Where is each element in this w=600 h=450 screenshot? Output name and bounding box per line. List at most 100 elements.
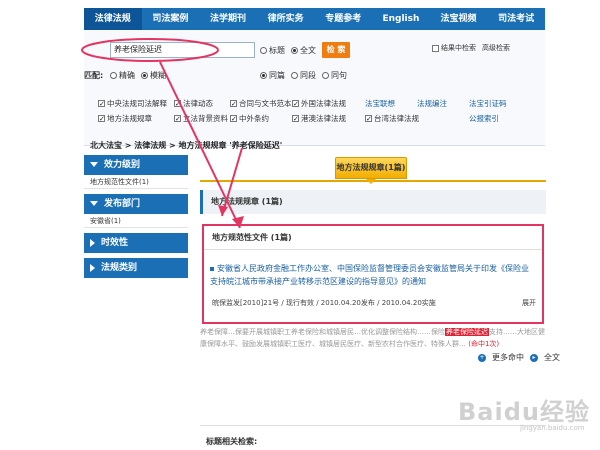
database-checkbox[interactable]: 中央法规司法解释 — [98, 98, 174, 109]
scope-title-radio[interactable]: 标题 — [260, 45, 285, 56]
database-checkbox[interactable]: 法规编注 — [417, 98, 469, 109]
checked-checkbox-icon — [98, 115, 105, 122]
radio-selected-icon — [260, 72, 267, 79]
database-checkbox[interactable]: 合同与文书范本 — [230, 98, 292, 109]
sidebar-section-header[interactable]: 时效性 — [84, 233, 188, 253]
radio-selected-icon — [141, 72, 148, 79]
database-checkbox[interactable]: 中外条约 — [230, 113, 292, 124]
match-radio-group: 精确 模糊 — [110, 70, 166, 81]
result-group-title: 地方规范性文件 (1篇) — [204, 226, 542, 250]
checked-checkbox-icon — [230, 100, 237, 107]
advanced-search-link[interactable]: 高级检索 — [482, 43, 510, 53]
hit-count: (命中1次) — [468, 340, 500, 348]
checked-checkbox-icon — [174, 100, 181, 107]
snippet-text-before: 养老保障…保要开展城镇职工养老保险和城镇居民…优化调整保险结构……保险 — [200, 328, 445, 336]
full-text-link[interactable]: 全文 — [544, 352, 560, 363]
nav-tab-video[interactable]: 法宝视频 — [430, 8, 488, 30]
nav-tab-cases[interactable]: 司法案例 — [142, 8, 200, 30]
search-button[interactable]: 检 索 — [322, 42, 350, 58]
tab-local-regulations[interactable]: 地方法规规章(1篇) — [335, 157, 407, 179]
results-tab-bar: 地方法规规章(1篇) — [200, 152, 546, 184]
filter-sidebar: 效力级别地方规范性文件(1) 发布部门 安徽省(1) 时效性法规类别 — [84, 155, 188, 283]
database-label: 中央法规司法解释 — [107, 99, 167, 108]
top-nav: 法律法规 司法案例 法学期刊 律所实务 专题参考 English 法宝视频 司法… — [84, 8, 545, 30]
sidebar-section-header[interactable]: 法规类别 — [84, 258, 188, 278]
database-checkbox[interactable]: 法宝引证码 — [469, 98, 529, 109]
sidebar-filter-item[interactable]: 地方规范性文件(1) — [84, 175, 188, 189]
related-search-label: 标题相关检索: — [206, 437, 258, 446]
same-sentence-radio[interactable]: 同句 — [322, 70, 347, 81]
database-label: 公报索引 — [469, 114, 499, 123]
match-fuzzy-label: 模糊 — [150, 71, 166, 80]
tab-pointer-icon — [366, 179, 376, 184]
checked-checkbox-icon — [292, 115, 299, 122]
in-results-checkbox[interactable]: 结果中检索 — [432, 43, 476, 53]
same-doc-radio[interactable]: 同篇 — [260, 70, 285, 81]
scope-full-label: 全文 — [300, 46, 316, 55]
highlighted-result-box: 地方规范性文件 (1篇) 安徽省人民政府金融工作办公室、中国保险监督管理委员会安… — [202, 224, 544, 324]
match-exact-radio[interactable]: 精确 — [110, 70, 135, 81]
database-label: 法律动态 — [183, 99, 213, 108]
sidebar-filter-item[interactable]: 安徽省(1) — [84, 214, 188, 228]
database-checkbox[interactable]: 台湾法律法规 — [365, 113, 419, 124]
nav-tab-laws[interactable]: 法律法规 — [84, 8, 142, 30]
same-para-radio[interactable]: 同段 — [291, 70, 316, 81]
result-link[interactable]: 安徽省人民政府金融工作办公室、中国保险监督管理委员会安徽监管局关于印发《保险业支… — [210, 262, 536, 288]
expand-link[interactable]: 展开 — [522, 298, 536, 308]
nav-tab-english[interactable]: English — [372, 8, 430, 30]
nav-tab-exam[interactable]: 司法考试 — [487, 8, 545, 30]
result-meta: 皖保监发[2010]21号 / 现行有效 / 2010.04.20发布 / 20… — [212, 299, 436, 307]
database-label: 台湾法律法规 — [374, 114, 419, 123]
radio-icon — [322, 72, 329, 79]
snippet-highlight: 养老保险延迟 — [445, 328, 489, 336]
scope-radio-group: 标题 全文 — [260, 45, 316, 56]
database-label: 法宝联想 — [365, 99, 395, 108]
database-label: 合同与文书范本 — [239, 99, 292, 108]
sidebar-section-header[interactable]: 效力级别 — [84, 155, 188, 175]
database-label: 中外条约 — [239, 114, 269, 123]
radio-icon — [260, 47, 267, 54]
result-title-text: 安徽省人民政府金融工作办公室、中国保险监督管理委员会安徽监管局关于印发《保险业支… — [210, 264, 529, 286]
result-actions: + 更多命中 ▸ 全文 — [478, 352, 560, 363]
scope-full-radio[interactable]: 全文 — [291, 45, 316, 56]
page: 法律法规 司法案例 法学期刊 律所实务 专题参考 English 法宝视频 司法… — [0, 0, 600, 450]
same-doc-label: 同篇 — [269, 71, 285, 80]
database-checkbox[interactable]: 地方法规规章 — [98, 113, 174, 124]
database-checkbox[interactable] — [417, 113, 469, 124]
database-checkbox[interactable]: 外国法律法规 — [292, 98, 365, 109]
database-label: 法规编注 — [417, 99, 447, 108]
section-title: 地方法规规章 (1篇) — [200, 190, 546, 214]
sidebar-section-header[interactable]: 发布部门 — [84, 194, 188, 214]
checked-checkbox-icon — [174, 115, 181, 122]
checked-checkbox-icon — [365, 115, 372, 122]
result-snippet: 养老保障…保要开展城镇职工养老保险和城镇居民…优化调整保险结构……保险养老保险延… — [200, 326, 546, 350]
database-checkbox[interactable]: 法宝联想 — [365, 98, 417, 109]
watermark-logo: Baidu经验 — [458, 398, 590, 426]
database-checkbox[interactable]: 公报索引 — [469, 113, 529, 124]
caret-right-icon — [90, 263, 95, 272]
checked-checkbox-icon — [98, 100, 105, 107]
database-checkbox[interactable]: 港澳法律法规 — [292, 113, 365, 124]
scope-title-label: 标题 — [269, 46, 285, 55]
match-fuzzy-radio[interactable]: 模糊 — [141, 70, 166, 81]
radio-selected-icon — [291, 47, 298, 54]
more-hits-link[interactable]: 更多命中 — [492, 352, 524, 363]
checkbox-icon — [432, 44, 439, 52]
checked-checkbox-icon — [292, 100, 299, 107]
bullet-icon — [210, 266, 214, 271]
breadcrumb: 北大法宝 > 法律法规 > 地方法规规章 '养老保险延迟' — [90, 141, 283, 150]
match-exact-label: 精确 — [119, 71, 135, 80]
sidebar-section-label: 效力级别 — [104, 160, 141, 170]
nav-tab-practice[interactable]: 律所实务 — [257, 8, 315, 30]
database-checkbox[interactable]: 法律动态 — [174, 98, 230, 109]
nav-tab-topics[interactable]: 专题参考 — [315, 8, 373, 30]
database-checkbox[interactable]: 立法背景资料 — [174, 113, 230, 124]
same-para-label: 同段 — [300, 71, 316, 80]
nav-tab-journals[interactable]: 法学期刊 — [199, 8, 257, 30]
match-label: 匹配: — [84, 71, 104, 80]
search-input[interactable]: 养老保险延迟 — [110, 42, 255, 58]
search-options: 结果中检索 高级检索 — [432, 43, 510, 53]
proximity-radio-group: 同篇 同段 同句 — [260, 70, 347, 81]
database-label: 法宝引证码 — [469, 99, 507, 108]
search-panel: 养老保险延迟 标题 全文 检 索 结果中检索 高级检索 匹配: 精确 模糊 同篇… — [84, 30, 545, 146]
